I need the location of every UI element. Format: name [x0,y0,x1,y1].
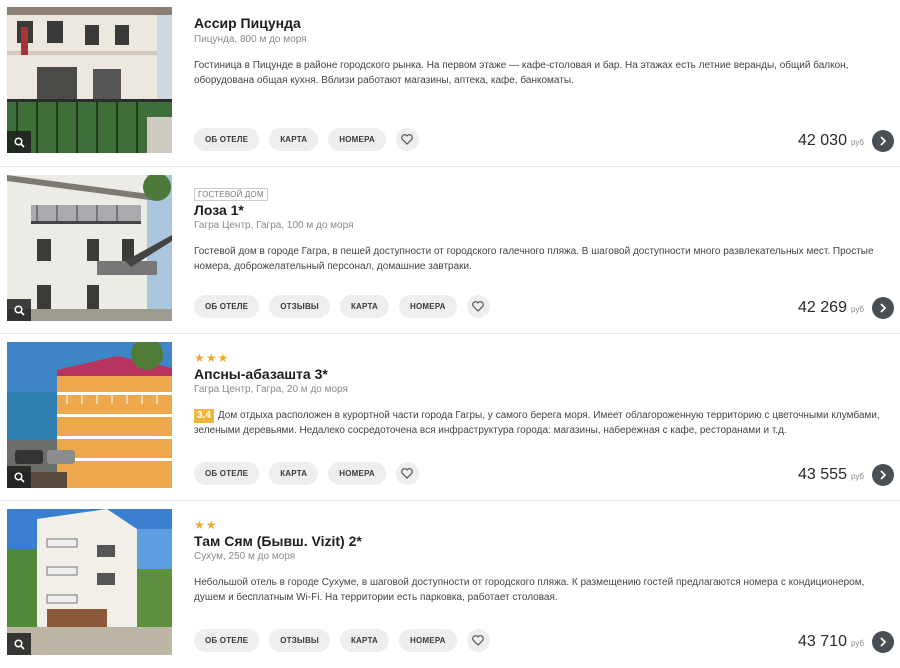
rooms-button[interactable]: НОМЕРА [328,128,386,151]
hotel-card: ★★★ Апсны-абазашта 3* Гагра Центр, Гагра… [0,334,900,501]
about-hotel-button[interactable]: ОБ ОТЕЛЕ [194,128,260,151]
property-type-badge: ГОСТЕВОЙ ДОМ [194,188,268,201]
hotel-description: Гостиница в Пицунде в районе городского … [194,60,849,86]
hotel-description: Небольшой отель в городе Сухуме, в шагов… [194,577,865,603]
card-actions: ОБ ОТЕЛЕ ОТЗЫВЫ КАРТА НОМЕРА [194,295,490,318]
chevron-right-icon[interactable] [872,631,894,653]
price: 43 710 руб [798,633,864,651]
card-actions: ОБ ОТЕЛЕ ОТЗЫВЫ КАРТА НОМЕРА [194,629,490,652]
hotel-info: ★★ Там Сям (Бывш. Vizit) 2* Сухум, 250 м… [194,501,890,668]
hotel-description: 3.4 Дом отдыха расположен в курортной час… [194,408,884,438]
price: 42 269 руб [798,299,864,317]
review-score-badge: 3.4 [194,409,214,423]
hotel-location: Пицунда, 800 м до моря [194,34,307,45]
magnifier-icon[interactable] [7,466,31,488]
rooms-button[interactable]: НОМЕРА [328,462,386,485]
about-hotel-button[interactable]: ОБ ОТЕЛЕ [194,295,260,318]
description-text: Дом отдыха расположен в курортной части … [194,410,880,436]
hotel-info: ★★★ Апсны-абазашта 3* Гагра Центр, Гагра… [194,334,890,501]
heart-icon[interactable] [395,128,419,151]
card-actions: ОБ ОТЕЛЕ КАРТА НОМЕРА [194,128,419,151]
map-button[interactable]: КАРТА [269,128,319,151]
hotel-name[interactable]: Апсны-абазашта 3* [194,366,328,383]
hotel-photo[interactable] [7,342,172,488]
price-value: 42 269 [798,299,847,316]
chevron-right-icon[interactable] [872,464,894,486]
star-rating: ★★ [194,518,218,532]
chevron-right-icon[interactable] [872,297,894,319]
hotel-location: Сухум, 250 м до моря [194,551,296,562]
hotel-photo[interactable] [7,7,172,153]
about-hotel-button[interactable]: ОБ ОТЕЛЕ [194,462,260,485]
hotel-info: Ассир Пицунда Пицунда, 800 м до моря Гос… [194,0,890,167]
star-rating: ★★★ [194,351,230,365]
price-value: 43 555 [798,466,847,483]
hotel-name[interactable]: Ассир Пицунда [194,15,301,32]
hotel-photo[interactable] [7,509,172,655]
hotel-card: ★★ Там Сям (Бывш. Vizit) 2* Сухум, 250 м… [0,501,900,657]
heart-icon[interactable] [466,629,490,652]
price-currency: руб [850,138,864,147]
hotel-list: Ассир Пицунда Пицунда, 800 м до моря Гос… [0,0,900,657]
price-value: 43 710 [798,633,847,650]
card-actions: ОБ ОТЕЛЕ КАРТА НОМЕРА [194,462,419,485]
magnifier-icon[interactable] [7,299,31,321]
heart-icon[interactable] [466,295,490,318]
hotel-name[interactable]: Лоза 1* [194,202,244,219]
price-currency: руб [850,639,864,648]
hotel-location: Гагра Центр, Гагра, 20 м до моря [194,384,348,395]
hotel-description: Гостевой дом в городе Гагра, в пешей дос… [194,246,874,272]
magnifier-icon[interactable] [7,131,31,153]
price-value: 42 030 [798,132,847,149]
hotel-card: ГОСТЕВОЙ ДОМ Лоза 1* Гагра Центр, Гагра,… [0,167,900,334]
hotel-photo[interactable] [7,175,172,321]
map-button[interactable]: КАРТА [269,462,319,485]
price: 42 030 руб [798,132,864,150]
price-currency: руб [850,305,864,314]
about-hotel-button[interactable]: ОБ ОТЕЛЕ [194,629,260,652]
reviews-button[interactable]: ОТЗЫВЫ [269,629,330,652]
hotel-name[interactable]: Там Сям (Бывш. Vizit) 2* [194,533,362,550]
rooms-button[interactable]: НОМЕРА [399,295,457,318]
reviews-button[interactable]: ОТЗЫВЫ [269,295,330,318]
hotel-location: Гагра Центр, Гагра, 100 м до моря [194,220,354,231]
hotel-card: Ассир Пицунда Пицунда, 800 м до моря Гос… [0,0,900,167]
map-button[interactable]: КАРТА [339,629,390,652]
magnifier-icon[interactable] [7,633,31,655]
price-currency: руб [850,472,864,481]
hotel-info: ГОСТЕВОЙ ДОМ Лоза 1* Гагра Центр, Гагра,… [194,167,890,334]
chevron-right-icon[interactable] [872,130,894,152]
rooms-button[interactable]: НОМЕРА [399,629,457,652]
price: 43 555 руб [798,466,864,484]
heart-icon[interactable] [395,462,419,485]
map-button[interactable]: КАРТА [339,295,390,318]
